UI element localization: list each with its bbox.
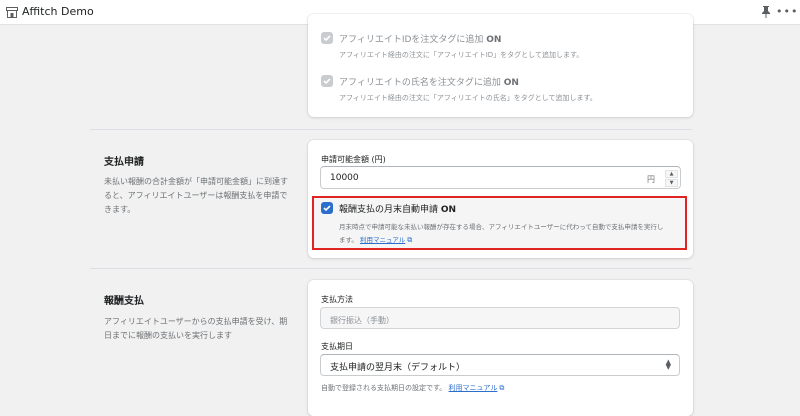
section-divider [90,129,692,130]
payout-request-title: 支払申請 [104,157,144,168]
payout-method-input[interactable]: 銀行振込（手動） [320,307,680,329]
tag-affiliate-name-checkbox[interactable] [321,75,333,87]
section-divider [90,268,692,269]
payout-due-value: 支払申請の翌月末（デフォルト） [330,363,466,373]
tag-affiliate-id-help: アフィリエイト経由の注文に「アフィリエイトID」をタグとして追加します。 [339,51,584,59]
amount-input[interactable]: 10000 円 ▲ ▼ [320,166,681,189]
payout-due-manual-link[interactable]: 利用マニュアル [449,384,498,392]
amount-value: 10000 [330,173,359,183]
payout-method-placeholder: 銀行振込（手動） [330,316,394,325]
payout-due-label: 支払期日 [321,342,353,351]
external-link-icon: ⧉ [499,384,505,392]
tag-affiliate-name-label: アフィリエイトの氏名を注文タグに追加 ON [339,78,519,88]
tag-affiliate-id-label: アフィリエイトIDを注文タグに追加 ON [339,35,502,45]
app-title: Affitch Demo [22,5,94,18]
payout-due-help: 自動で登録される支払期日の設定です。 利用マニュアル ⧉ [321,384,505,392]
payout-method-label: 支払方法 [321,295,353,304]
select-arrows-icon: ▲ ▼ [665,358,671,371]
pin-icon[interactable] [760,5,772,19]
amount-suffix: 円 [647,175,655,184]
payout-request-description: 未払い報酬の合計金額が「申請可能金額」に到達すると、アフィリエイトユーザーは報酬… [104,177,288,214]
payout-description: アフィリエイトユーザーからの支払申請を受け、期日までに報酬の支払いを実行します [104,317,288,340]
stepper-down-icon[interactable]: ▼ [665,179,678,187]
tag-affiliate-name-help: アフィリエイト経由の注文に「アフィリエイトの氏名」をタグとして追加します。 [339,94,597,102]
check-icon [323,78,331,85]
stepper-up-icon[interactable]: ▲ [665,170,678,178]
payout-title: 報酬支払 [104,296,144,307]
annotation-highlight-box [312,196,687,250]
more-actions-icon[interactable]: ••• [776,5,797,19]
check-icon [323,35,331,42]
amount-stepper[interactable]: ▲ ▼ [665,170,678,187]
payout-card: 支払方法 銀行振込（手動） 支払期日 支払申請の翌月末（デフォルト） ▲ ▼ 自動… [308,280,693,416]
payout-due-select[interactable]: 支払申請の翌月末（デフォルト） ▲ ▼ [320,354,680,376]
tag-affiliate-id-checkbox[interactable] [321,32,333,44]
store-icon [6,7,18,18]
amount-label: 申請可能金額 (円) [321,155,386,164]
order-tag-settings-card: アフィリエイトIDを注文タグに追加 ON アフィリエイト経由の注文に「アフィリエ… [308,14,693,117]
